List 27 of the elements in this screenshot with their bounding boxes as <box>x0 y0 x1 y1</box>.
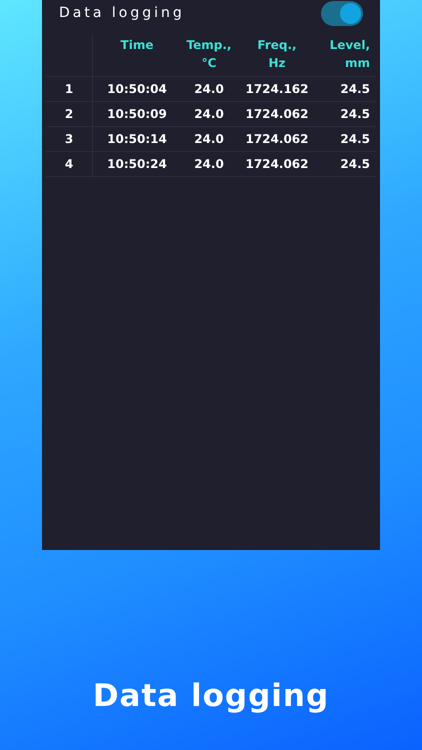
column-header: Level, mm <box>330 37 370 72</box>
row-number: 1 <box>64 82 74 96</box>
caption: Data logging <box>92 678 330 714</box>
row-number: 3 <box>64 132 74 146</box>
table-cell: 1724.062 <box>245 157 308 171</box>
column-header: Time <box>120 37 154 54</box>
table-cell: 10:50:24 <box>107 157 167 171</box>
table-cell: 24.0 <box>194 157 224 171</box>
table-cell: 1724.062 <box>245 107 308 121</box>
table-cell: 10:50:09 <box>107 107 167 121</box>
table-cell: 24.0 <box>194 107 224 121</box>
column-header: Temp., °C <box>186 37 232 72</box>
table-cell: 1724.162 <box>245 82 308 96</box>
row-number: 2 <box>64 107 74 121</box>
column-header: Freq., Hz <box>257 37 297 72</box>
table-cell: 24.5 <box>340 157 370 171</box>
table-cell: 10:50:14 <box>107 132 167 146</box>
row-number: 4 <box>64 157 74 171</box>
table-cell: 24.0 <box>194 82 224 96</box>
table-cell: 24.5 <box>340 132 370 146</box>
table-cell: 24.0 <box>194 132 224 146</box>
table-cell: 24.5 <box>340 107 370 121</box>
screen-title: Data logging <box>59 5 185 21</box>
logging-toggle[interactable] <box>321 0 363 26</box>
table-cell: 24.5 <box>340 82 370 96</box>
table-cell: 10:50:04 <box>107 82 167 96</box>
table-cell: 1724.062 <box>245 132 308 146</box>
